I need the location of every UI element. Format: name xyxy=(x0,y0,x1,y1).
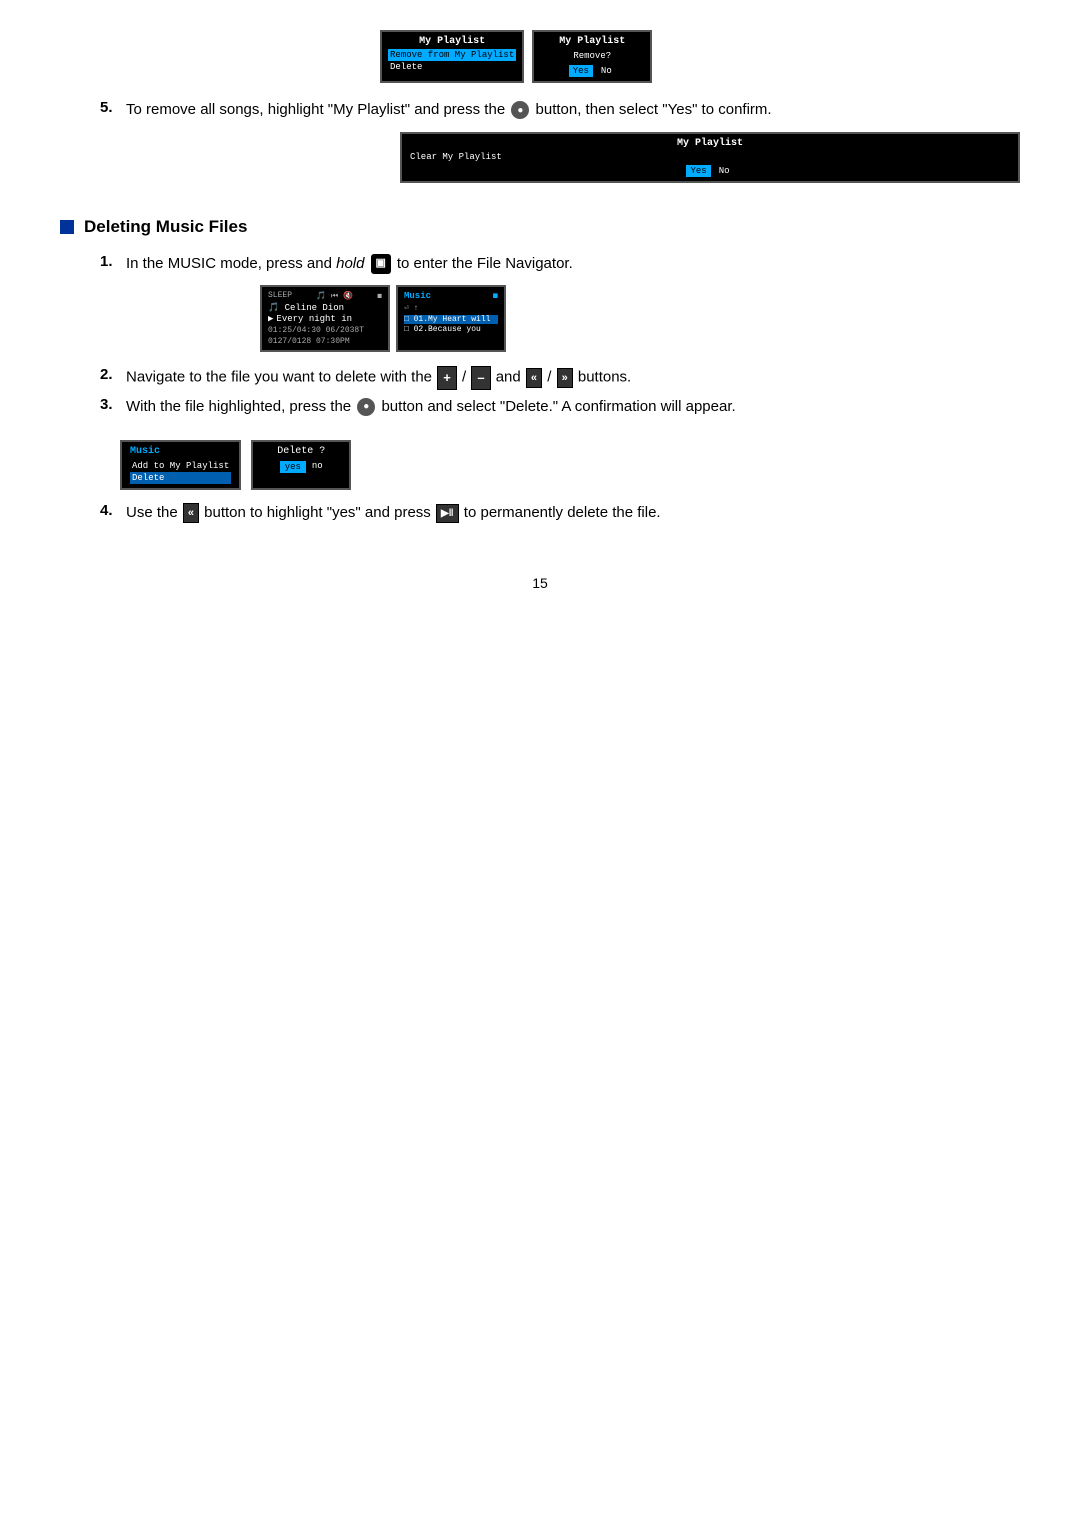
step1-row: 1. In the MUSIC mode, press and hold ▣ t… xyxy=(100,253,1020,276)
remove-item: Remove from My Playlist xyxy=(388,49,516,61)
step5-text-prefix: To remove all songs, highlight "My Playl… xyxy=(126,101,505,118)
no-button: No xyxy=(597,65,616,77)
step1-number: 1. xyxy=(100,253,120,270)
section-title: Deleting Music Files xyxy=(84,217,247,237)
song-name: Every night in xyxy=(276,314,352,324)
music-menu-screen: Music Add to My Playlist Delete xyxy=(120,440,241,490)
nav-icons: 🎵 ⏮ 🔇 xyxy=(316,291,353,301)
step1-prefix: In the MUSIC mode, press and xyxy=(126,255,332,272)
delete-yes-button: yes xyxy=(280,461,306,473)
nav-folder-icons: ⏎ ↑ xyxy=(404,303,498,313)
forward-button-icon: » xyxy=(557,368,573,389)
nav-artist: 🎵 Celine Dion xyxy=(268,303,382,313)
nav-right-title: Music ◼ xyxy=(404,291,498,301)
circle-button-icon2: ● xyxy=(357,398,375,416)
nav-status-bar: SLEEP 🎵 ⏮ 🔇 ◼ xyxy=(268,291,382,301)
nav-right-screen: Music ◼ ⏎ ↑ □ 01.My Heart will □ 02.Beca… xyxy=(396,285,506,352)
nav-file2: □ 02.Because you xyxy=(404,325,498,334)
step2-row: 2. Navigate to the file you want to dele… xyxy=(100,366,1020,390)
page-number: 15 xyxy=(60,575,1020,591)
circle-button-icon: ● xyxy=(511,101,529,119)
step3-row: 3. With the file highlighted, press the … xyxy=(100,396,1020,419)
step3-text: With the file highlighted, press the ● b… xyxy=(126,396,736,419)
step1-text: In the MUSIC mode, press and hold ▣ to e… xyxy=(126,253,573,276)
remove-question: Remove? xyxy=(540,49,644,63)
clear-yes-button: Yes xyxy=(686,165,710,177)
clear-no-button: No xyxy=(715,165,734,177)
nav-time2: 0127/0128 07:30PM xyxy=(268,337,382,346)
step5-text: To remove all songs, highlight "My Playl… xyxy=(126,99,772,122)
clear-buttons: Yes No xyxy=(408,165,1012,177)
play-pause-button-icon: ▶‖ xyxy=(436,504,459,523)
page-content: My Playlist Remove from My Playlist Dele… xyxy=(60,30,1020,535)
step3-number: 3. xyxy=(100,396,120,413)
step5-screenshots: My Playlist Remove from My Playlist Dele… xyxy=(380,30,1020,83)
clear-playlist-screenshot: My Playlist Clear My Playlist Yes No xyxy=(400,132,1020,183)
playlist-title2: My Playlist xyxy=(540,36,644,47)
delete-menu-item: Delete xyxy=(130,472,231,484)
step5-number: 5. xyxy=(100,99,120,116)
plus-button-icon: + xyxy=(437,366,457,390)
playlist-menu-screen: My Playlist Remove from My Playlist Dele… xyxy=(380,30,524,83)
and-label: and xyxy=(496,369,525,386)
deleting-section-header: Deleting Music Files xyxy=(60,217,1020,237)
clear-playlist-title: My Playlist xyxy=(408,138,1012,149)
step4-row: 4. Use the « button to highlight "yes" a… xyxy=(100,502,1020,525)
nav-right-icon: ◼ xyxy=(493,291,498,301)
nav-file1: □ 01.My Heart will xyxy=(404,315,498,324)
rewind-button-icon: « xyxy=(526,368,542,389)
mode-icon: ◼ xyxy=(377,291,382,301)
rewind-button-icon2: « xyxy=(183,503,199,524)
music-menu-title: Music xyxy=(130,446,231,457)
delete-item: Delete xyxy=(388,61,516,73)
nav-time1: 01:25/04:30 06/2038T xyxy=(268,326,382,335)
step4-number: 4. xyxy=(100,502,120,519)
sleep-label: SLEEP xyxy=(268,291,292,301)
clear-item: Clear My Playlist xyxy=(408,151,1012,163)
music-label: Music xyxy=(404,291,431,301)
remove-buttons: Yes No xyxy=(540,65,644,77)
remove-confirm-screen: My Playlist Remove? Yes No xyxy=(532,30,652,83)
step4-text: Use the « button to highlight "yes" and … xyxy=(126,502,661,525)
step2-number: 2. xyxy=(100,366,120,383)
hold-button-icon: ▣ xyxy=(371,254,391,274)
delete-confirm-screen: Delete ? yes no xyxy=(251,440,351,490)
yes-button: Yes xyxy=(569,65,593,77)
add-to-playlist-item: Add to My Playlist xyxy=(130,460,231,472)
clear-playlist-screen: My Playlist Clear My Playlist Yes No xyxy=(400,132,1020,183)
file-navigator-screenshots: SLEEP 🎵 ⏮ 🔇 ◼ 🎵 Celine Dion ▶ Every nigh… xyxy=(260,285,1020,352)
step2-text: Navigate to the file you want to delete … xyxy=(126,366,631,390)
delete-no-button: no xyxy=(312,461,323,473)
section-bullet-icon xyxy=(60,220,74,234)
delete-confirmation-screenshots: Music Add to My Playlist Delete Delete ?… xyxy=(120,440,1020,490)
playlist-title: My Playlist xyxy=(388,36,516,47)
step5-row: 5. To remove all songs, highlight "My Pl… xyxy=(100,99,1020,122)
nav-playing: ▶ Every night in xyxy=(268,314,382,324)
step1-italic: hold xyxy=(336,255,364,272)
step5-text-suffix: button, then select "Yes" to confirm. xyxy=(536,101,772,118)
step1-suffix: to enter the File Navigator. xyxy=(397,255,573,272)
minus-button-icon: – xyxy=(471,366,490,390)
delete-question: Delete ? xyxy=(261,446,341,457)
delete-buttons: yes no xyxy=(261,461,341,473)
play-icon: ▶ xyxy=(268,314,273,324)
nav-left-screen: SLEEP 🎵 ⏮ 🔇 ◼ 🎵 Celine Dion ▶ Every nigh… xyxy=(260,285,390,352)
